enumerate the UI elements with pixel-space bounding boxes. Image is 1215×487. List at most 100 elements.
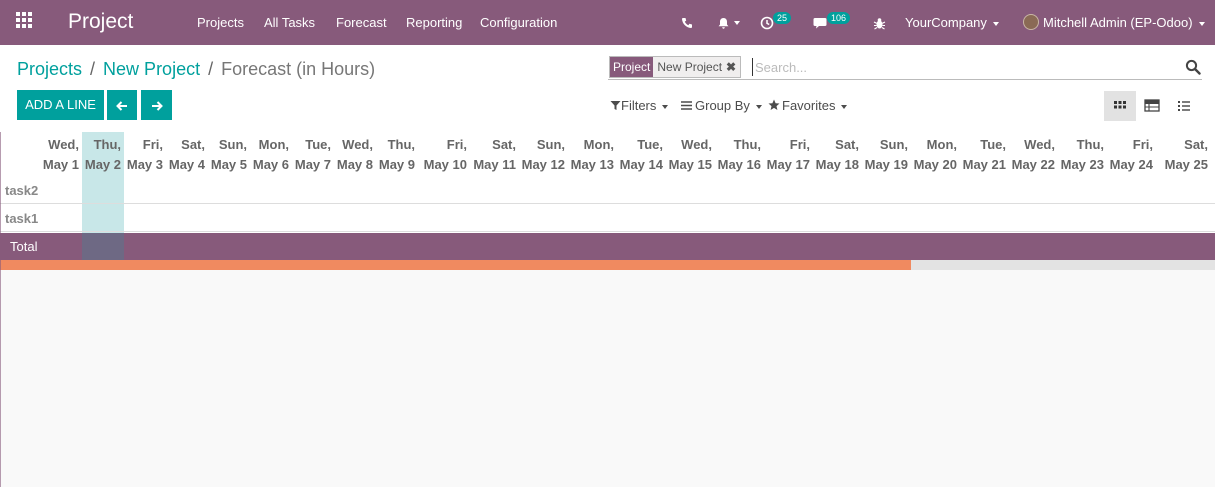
debug-bug-icon[interactable] bbox=[871, 0, 887, 45]
user-menu[interactable]: Mitchell Admin (EP-Odoo) bbox=[1043, 0, 1205, 45]
day-of-week: Sun, bbox=[218, 137, 247, 152]
notifications-bell-icon[interactable] bbox=[713, 0, 743, 45]
favorites-label: Favorites bbox=[782, 98, 836, 113]
day-header: Fri, May 24 bbox=[1107, 132, 1156, 177]
page-title: Forecast (in Hours) bbox=[221, 59, 376, 79]
message-count-badge: 106 bbox=[827, 12, 851, 24]
day-of-week: Fri, bbox=[446, 137, 467, 152]
list-view-button[interactable] bbox=[1168, 91, 1200, 121]
day-date: May 22 bbox=[1011, 157, 1055, 172]
day-date: May 2 bbox=[84, 157, 121, 172]
day-of-week: Mon, bbox=[583, 137, 614, 152]
day-header: Tue, May 14 bbox=[617, 132, 666, 177]
facet-remove-icon[interactable]: ✖ bbox=[726, 57, 741, 77]
day-header: Fri, May 10 bbox=[418, 132, 470, 177]
menu-reporting[interactable]: Reporting bbox=[406, 0, 462, 45]
list-view-icon bbox=[1178, 101, 1190, 111]
facet-value: New Project bbox=[653, 57, 727, 77]
activity-clock-icon[interactable] bbox=[759, 0, 775, 45]
day-of-week: Wed, bbox=[681, 137, 712, 152]
menu-forecast[interactable]: Forecast bbox=[336, 0, 387, 45]
chevron-down-icon bbox=[992, 21, 999, 26]
day-date: May 10 bbox=[423, 157, 467, 172]
day-date: May 6 bbox=[252, 157, 289, 172]
search-input[interactable] bbox=[752, 58, 1175, 76]
day-date: May 17 bbox=[766, 157, 810, 172]
grid-row-task2[interactable]: task2 bbox=[0, 177, 1215, 204]
day-header: Wed, May 1 bbox=[0, 132, 82, 177]
day-header: Sun, May 19 bbox=[862, 132, 911, 177]
breadcrumb-separator: / bbox=[208, 59, 214, 79]
day-of-week: Thu, bbox=[733, 137, 761, 152]
day-header: Mon, May 6 bbox=[250, 132, 292, 177]
menu-all-tasks[interactable]: All Tasks bbox=[264, 0, 315, 45]
grid-row-task1[interactable]: task1 bbox=[0, 205, 1215, 232]
day-date: May 20 bbox=[913, 157, 957, 172]
groupby-dropdown[interactable]: Group By bbox=[681, 97, 762, 114]
day-of-week: Fri, bbox=[789, 137, 810, 152]
company-name: YourCompany bbox=[905, 15, 987, 30]
day-of-week: Thu, bbox=[93, 137, 121, 152]
phone-icon[interactable] bbox=[679, 0, 695, 45]
filters-label: Filters bbox=[621, 98, 657, 113]
day-date: May 4 bbox=[168, 157, 205, 172]
grid-view-button[interactable] bbox=[1104, 91, 1136, 121]
day-of-week: Mon, bbox=[926, 137, 957, 152]
forecast-grid: Wed, May 1 Thu, May 2 Fri, May 3 Sat, May 4 Sun,… bbox=[0, 132, 1215, 260]
day-date: May 8 bbox=[336, 157, 373, 172]
messages-chat-icon[interactable] bbox=[812, 0, 830, 45]
day-header: Sat, May 25 bbox=[1156, 132, 1211, 177]
day-of-week: Sat, bbox=[492, 137, 516, 152]
filters-dropdown[interactable]: Filters bbox=[610, 97, 669, 114]
day-header: Wed, May 8 bbox=[334, 132, 376, 177]
day-of-week: Sun, bbox=[879, 137, 908, 152]
day-of-week: Thu, bbox=[1076, 137, 1104, 152]
day-of-week: Wed, bbox=[342, 137, 373, 152]
search-bar: Project New Project ✖ bbox=[608, 55, 1202, 80]
day-date: May 14 bbox=[619, 157, 663, 172]
day-of-week: Mon, bbox=[258, 137, 289, 152]
day-header: Fri, May 3 bbox=[124, 132, 166, 177]
day-header: Fri, May 17 bbox=[764, 132, 813, 177]
day-header: Wed, May 22 bbox=[1009, 132, 1058, 177]
day-of-week: Sat, bbox=[1184, 137, 1208, 152]
apps-menu-icon[interactable] bbox=[16, 12, 36, 32]
menu-configuration[interactable]: Configuration bbox=[480, 0, 557, 45]
day-date: May 19 bbox=[864, 157, 908, 172]
next-period-button[interactable] bbox=[141, 90, 172, 120]
previous-period-button[interactable] bbox=[107, 90, 137, 120]
day-of-week: Wed, bbox=[48, 137, 79, 152]
total-row: Total bbox=[0, 233, 1215, 260]
menu-projects[interactable]: Projects bbox=[197, 0, 244, 45]
day-of-week: Sat, bbox=[835, 137, 859, 152]
progress-bar-fill bbox=[0, 260, 912, 270]
breadcrumb-projects[interactable]: Projects bbox=[17, 59, 82, 79]
chevron-down-icon bbox=[1198, 21, 1205, 26]
add-line-button[interactable]: ADD A LINE bbox=[17, 90, 104, 120]
search-icon[interactable] bbox=[1185, 59, 1201, 75]
day-of-week: Fri, bbox=[1132, 137, 1153, 152]
total-label: Total bbox=[10, 239, 38, 254]
user-avatar[interactable] bbox=[1023, 14, 1039, 30]
top-navbar: Project Projects All Tasks Forecast Repo… bbox=[0, 0, 1215, 45]
groupby-label: Group By bbox=[695, 98, 750, 113]
day-of-week: Tue, bbox=[980, 137, 1006, 152]
company-switcher[interactable]: YourCompany bbox=[905, 0, 999, 45]
day-date: May 1 bbox=[42, 157, 79, 172]
progress-bar bbox=[0, 260, 1215, 270]
user-name: Mitchell Admin (EP-Odoo) bbox=[1043, 15, 1193, 30]
row-label: task1 bbox=[5, 211, 39, 226]
chevron-down-icon bbox=[662, 104, 669, 109]
day-header: Thu, May 2 bbox=[82, 132, 124, 177]
favorites-dropdown[interactable]: Favorites bbox=[768, 97, 848, 114]
day-header: Sat, May 18 bbox=[813, 132, 862, 177]
day-of-week: Sat, bbox=[181, 137, 205, 152]
breadcrumb-new-project[interactable]: New Project bbox=[103, 59, 200, 79]
day-date: May 16 bbox=[717, 157, 761, 172]
control-panel: Projects / New Project / Forecast (in Hours)… bbox=[0, 45, 1215, 132]
app-title[interactable]: Project bbox=[68, 8, 133, 36]
pivot-table-icon bbox=[1144, 99, 1160, 112]
pivot-view-button[interactable] bbox=[1136, 91, 1168, 121]
day-of-week: Tue, bbox=[637, 137, 663, 152]
arrow-left-icon bbox=[116, 100, 127, 111]
